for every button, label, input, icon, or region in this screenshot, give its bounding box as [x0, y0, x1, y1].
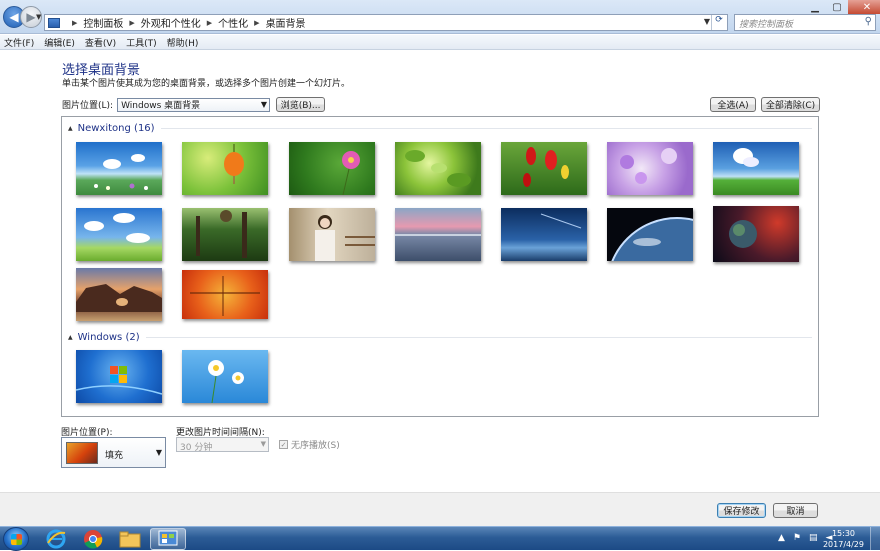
group-header-windows[interactable]: ▲ Windows (2): [68, 332, 812, 343]
menu-edit[interactable]: 编辑(E): [44, 36, 75, 49]
select-all-button[interactable]: 全选(A): [710, 97, 756, 112]
wallpaper-thumb-pink-cosmos[interactable]: [289, 142, 375, 195]
wallpaper-thumb-sky-grassland[interactable]: [713, 142, 799, 195]
interval-select[interactable]: 30 分钟 ▼: [176, 437, 269, 453]
search-icon[interactable]: ⚲: [865, 16, 872, 27]
dialog-footer: 保存修改 取消: [0, 492, 880, 526]
file-explorer-icon[interactable]: [112, 528, 148, 550]
wallpaper-gallery[interactable]: ▲ Newxitong (16) ▲ Windows (2): [61, 116, 819, 417]
page-subtitle: 单击某个图片使其成为您的桌面背景，或选择多个图片创建一个幻灯片。: [62, 79, 351, 89]
shuffle-checkbox[interactable]: ✓ 无序播放(S): [279, 438, 340, 451]
wallpaper-thumb-girl-portrait[interactable]: [289, 208, 375, 261]
menu-view[interactable]: 查看(V): [85, 36, 116, 49]
search-placeholder: 搜索控制面板: [739, 20, 794, 30]
chevron-right-icon[interactable]: ▶: [254, 19, 259, 27]
show-desktop-button[interactable]: [870, 527, 880, 551]
refresh-icon[interactable]: ⟳: [711, 15, 726, 30]
wallpaper-thumb-green-leaves[interactable]: [395, 142, 481, 195]
wallpaper-thumb-purple-flowers[interactable]: [607, 142, 693, 195]
group-divider: [160, 128, 812, 129]
address-dropdown-icon[interactable]: ▼: [704, 17, 710, 26]
address-bar: ◀ ▶ ▼ ▶ 控制面板 ▶ 外观和个性化 ▶ 个性化 ▶ 桌面背景 ▼ ⟳ 搜…: [0, 0, 880, 34]
show-hidden-icons-icon[interactable]: ▲: [778, 533, 785, 543]
group-title: Newxitong (16): [77, 123, 155, 134]
wallpaper-thumb-green-forest-path[interactable]: [182, 208, 268, 261]
wallpaper-thumb-rock-arch-coast[interactable]: [76, 268, 162, 321]
location-label: 图片位置(L):: [62, 101, 114, 111]
minimize-icon[interactable]: ▁: [804, 0, 826, 14]
checkbox-check-icon[interactable]: ✓: [279, 440, 288, 449]
menu-bar: 文件(F) 编辑(E) 查看(V) 工具(T) 帮助(H): [0, 35, 880, 50]
control-panel-icon: [48, 17, 60, 28]
wallpaper-thumb-night-horizon[interactable]: [501, 208, 587, 261]
wallpaper-thumb-red-tulips[interactable]: [501, 142, 587, 195]
taskbar: ▲ ⚑ ▤ ◄ 15:30 2017/4/29: [0, 526, 880, 551]
chevron-right-icon[interactable]: ▶: [129, 19, 134, 27]
chevron-right-icon[interactable]: ▶: [207, 19, 212, 27]
group-title: Windows (2): [77, 332, 140, 343]
wallpaper-thumb-sky-flowers[interactable]: [76, 142, 162, 195]
start-button[interactable]: [3, 527, 29, 551]
wallpaper-thumb-orange-autumn[interactable]: [182, 270, 268, 319]
internet-explorer-icon[interactable]: [38, 528, 74, 550]
group-header-newxitong[interactable]: ▲ Newxitong (16): [68, 123, 812, 134]
position-preview-image: [66, 442, 98, 464]
window-controls: ▁ ▢ ✕: [804, 0, 880, 14]
menu-help[interactable]: 帮助(H): [167, 36, 199, 49]
breadcrumb-control-panel[interactable]: 控制面板: [83, 15, 123, 30]
position-value: 填充: [105, 451, 124, 461]
group-divider: [145, 337, 812, 338]
location-select[interactable]: Windows 桌面背景 ▼: [117, 97, 271, 112]
location-value: Windows 桌面背景: [121, 101, 201, 111]
breadcrumb-desktop-background[interactable]: 桌面背景: [266, 15, 306, 30]
wallpaper-thumb-sunset-sea[interactable]: [395, 208, 481, 261]
clock-time: 15:30: [831, 529, 856, 538]
recent-pages-dropdown[interactable]: ▼: [36, 13, 41, 21]
breadcrumb-personalization[interactable]: 个性化: [218, 15, 248, 30]
interval-value: 30 分钟: [180, 443, 213, 453]
chrome-icon[interactable]: [75, 528, 111, 550]
chevron-down-icon: ▼: [155, 448, 162, 457]
wallpaper-thumb-earth-from-space[interactable]: [607, 208, 693, 261]
collapse-triangle-icon[interactable]: ▲: [68, 125, 73, 132]
cancel-button[interactable]: 取消: [773, 503, 818, 518]
chevron-down-icon: ▼: [260, 99, 268, 109]
breadcrumb-appearance[interactable]: 外观和个性化: [141, 15, 201, 30]
maximize-icon[interactable]: ▢: [826, 0, 848, 14]
wallpaper-thumb-windows7-logo[interactable]: [76, 350, 162, 403]
search-input[interactable]: 搜索控制面板 ⚲: [734, 14, 876, 31]
save-button[interactable]: 保存修改: [717, 503, 766, 518]
browse-button[interactable]: 浏览(B)...: [276, 97, 326, 112]
picture-position-select[interactable]: 填充 ▼: [61, 437, 166, 468]
network-icon[interactable]: ▤: [809, 533, 818, 543]
chevron-down-icon: ▼: [260, 440, 266, 448]
wallpaper-thumb-orange-lantern-flower[interactable]: [182, 142, 268, 195]
wallpaper-thumb-clouds-blue-sky[interactable]: [76, 208, 162, 261]
clock-date: 2017/4/29: [822, 540, 864, 549]
wallpaper-thumb-daisies-blue[interactable]: [182, 350, 268, 403]
menu-file[interactable]: 文件(F): [4, 36, 34, 49]
close-icon[interactable]: ✕: [848, 0, 880, 14]
clear-all-button[interactable]: 全部清除(C): [761, 97, 820, 112]
collapse-triangle-icon[interactable]: ▲: [68, 334, 73, 341]
chevron-right-icon[interactable]: ▶: [72, 19, 77, 27]
breadcrumb[interactable]: ▶ 控制面板 ▶ 外观和个性化 ▶ 个性化 ▶ 桌面背景 ▼ ⟳: [44, 14, 728, 31]
wallpaper-thumb-planet-nebula[interactable]: [713, 206, 799, 262]
location-row: 图片位置(L): Windows 桌面背景 ▼ 浏览(B)...: [62, 97, 326, 112]
clock[interactable]: 15:30 2017/4/29: [823, 528, 864, 550]
shuffle-label: 无序播放(S): [291, 441, 340, 451]
menu-tools[interactable]: 工具(T): [126, 36, 157, 49]
flag-icon[interactable]: ⚑: [793, 533, 801, 543]
control-panel-taskbar-icon[interactable]: [150, 528, 186, 550]
